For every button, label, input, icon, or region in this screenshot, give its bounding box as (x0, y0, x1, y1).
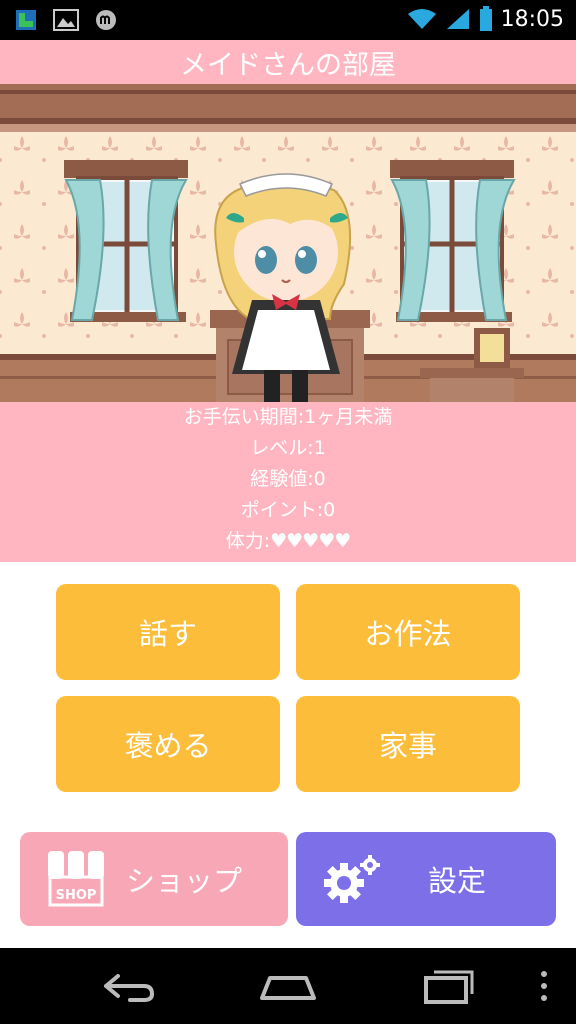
battery-icon (479, 6, 492, 31)
settings-button-label: 設定 (428, 864, 487, 898)
navigation-bar (0, 948, 576, 1024)
shop-button-label: ショップ (126, 864, 243, 898)
back-icon[interactable] (96, 966, 160, 1006)
experience-text: 経験値:0 (250, 468, 326, 490)
praise-button-label: 褒める (124, 729, 212, 763)
stamina-hearts: ♥♥♥♥♥ (270, 530, 351, 552)
level-text: レベル:1 (250, 437, 326, 459)
page-title: メイドさんの部屋 (180, 49, 396, 81)
talk-button-label: 話す (138, 617, 197, 651)
praise-button[interactable]: 褒める (56, 696, 280, 792)
help-period-text: お手伝い期間:1ヶ月未満 (183, 406, 393, 428)
wifi-icon (407, 9, 436, 29)
message-icon (96, 10, 116, 30)
shop-icon-text: SHOP (56, 888, 97, 903)
settings-button[interactable]: 設定 (296, 832, 556, 926)
stats-panel: お手伝い期間:1ヶ月未満 レベル:1 経験値:0 ポイント:0 体力:♥♥♥♥♥ (0, 402, 576, 562)
chores-button-label: 家事 (378, 729, 437, 763)
room-scene (0, 84, 576, 402)
status-clock: 18:05 (500, 6, 564, 32)
shop-button[interactable]: SHOP ショップ (20, 832, 288, 926)
home-icon[interactable] (256, 966, 320, 1006)
signal-icon (446, 9, 469, 29)
chores-button[interactable]: 家事 (296, 696, 520, 792)
status-bar: 18:05 (0, 0, 576, 40)
room-illustration (0, 84, 576, 402)
gear-icon (324, 855, 380, 903)
maid-character (214, 173, 352, 402)
notification-app-icon (16, 10, 36, 30)
manners-button-label: お作法 (364, 617, 452, 651)
manners-button[interactable]: お作法 (296, 584, 520, 680)
title-bar: メイドさんの部屋 (0, 40, 576, 84)
overflow-menu-icon[interactable] (534, 966, 554, 1006)
recent-apps-icon[interactable] (416, 966, 480, 1006)
gallery-icon (53, 9, 79, 31)
talk-button[interactable]: 話す (56, 584, 280, 680)
shop-icon: SHOP (48, 851, 104, 907)
stamina-label: 体力: (225, 530, 271, 552)
stamina-row: 体力:♥♥♥♥♥ (0, 526, 576, 557)
points-text: ポイント:0 (240, 499, 336, 521)
